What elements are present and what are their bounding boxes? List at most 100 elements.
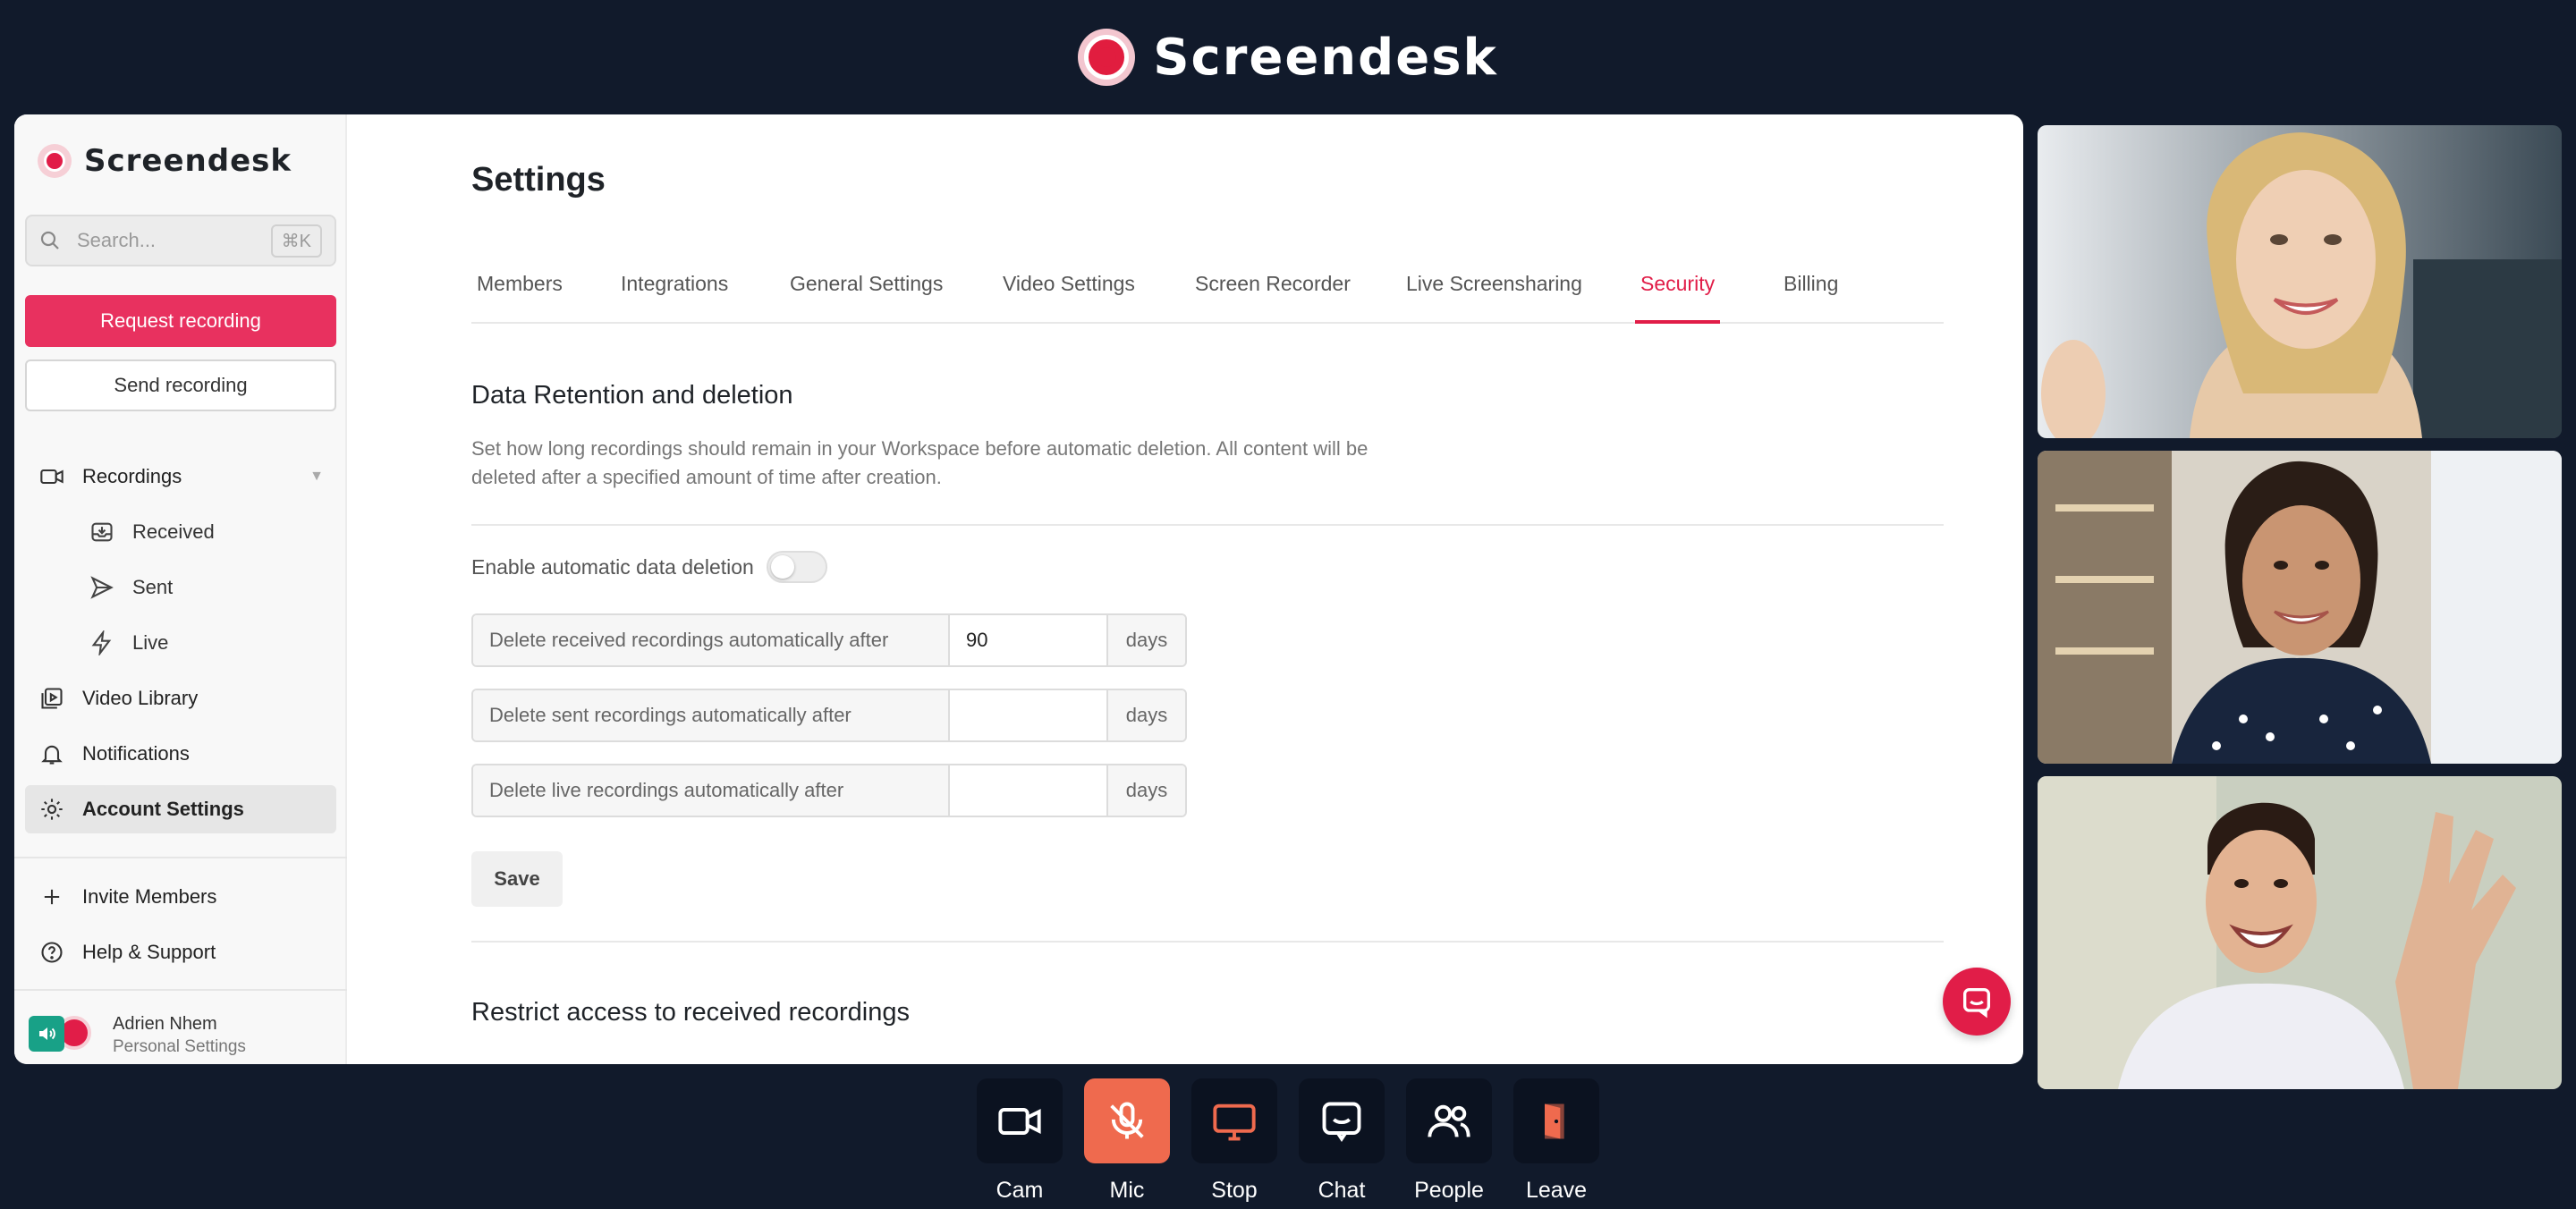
plus-icon <box>44 889 60 905</box>
request-recording-button[interactable]: Request recording <box>25 295 336 347</box>
chat-support-button[interactable] <box>1943 968 2011 1036</box>
save-button[interactable]: Save <box>471 851 563 907</box>
leave-control[interactable]: Leave <box>1513 1078 1599 1204</box>
control-label: Chat <box>1318 1178 1366 1203</box>
people-icon <box>1428 1104 1470 1137</box>
settings-tabs: Members Integrations General Settings Vi… <box>471 268 1944 324</box>
send-recording-button[interactable]: Send recording <box>25 359 336 411</box>
received-retention-field: Delete received recordings automatically… <box>471 613 1187 667</box>
field-label: Delete live recordings automatically aft… <box>473 765 950 816</box>
call-header: Screendesk <box>0 0 2576 114</box>
auto-deletion-row: Enable automatic data deletion <box>471 549 827 585</box>
search-placeholder: Search... <box>77 229 157 251</box>
field-unit: days <box>1108 690 1185 740</box>
lightning-icon <box>91 630 112 655</box>
sidebar-divider <box>14 989 347 991</box>
control-label: Cam <box>996 1178 1044 1203</box>
caret-down-icon[interactable]: ▼ <box>309 469 324 485</box>
bell-icon <box>41 745 63 765</box>
search-icon <box>40 231 59 249</box>
people-control[interactable]: People <box>1406 1078 1492 1204</box>
app-window: Screendesk Search... ⌘K Request recordin… <box>14 114 2023 1064</box>
user-settings-link[interactable]: Personal Settings <box>113 1037 246 1057</box>
sidebar-item-account-settings[interactable]: Account Settings <box>25 785 336 833</box>
gear-icon <box>41 799 63 820</box>
call-controls: Cam Mic Stop Chat People Leave <box>977 1078 1599 1204</box>
video-camera-icon <box>40 469 64 485</box>
tab-integrations[interactable]: Integrations <box>621 268 728 324</box>
sidebar-item-invite-members[interactable]: Invite Members <box>25 873 336 921</box>
search-input[interactable]: Search... ⌘K <box>25 215 336 266</box>
participant-video-1[interactable] <box>2038 125 2562 438</box>
sidebar: Screendesk Search... ⌘K Request recordin… <box>14 114 347 1064</box>
page-title: Settings <box>471 161 606 199</box>
main-content: Settings Members Integrations General Se… <box>347 114 2023 1064</box>
field-label: Delete sent recordings automatically aft… <box>473 690 950 740</box>
library-icon <box>41 688 63 709</box>
sidebar-brand[interactable]: Screendesk <box>38 143 292 179</box>
participant-video-2[interactable] <box>2038 451 2562 764</box>
auto-deletion-toggle[interactable] <box>766 551 827 583</box>
screendesk-logo-icon <box>1078 29 1136 86</box>
sidebar-item-label: Video Library <box>82 687 199 709</box>
sidebar-item-label: Live <box>132 631 169 654</box>
sidebar-item-live[interactable]: Live <box>25 619 336 667</box>
sidebar-item-label: Account Settings <box>82 798 244 820</box>
mic-button[interactable] <box>1084 1078 1170 1163</box>
mic-off-icon <box>1110 1102 1144 1138</box>
sidebar-item-label: Received <box>132 520 215 543</box>
tab-live-screensharing[interactable]: Live Screensharing <box>1406 268 1582 324</box>
stop-share-button[interactable] <box>1191 1078 1277 1163</box>
field-unit: days <box>1108 765 1185 816</box>
auto-deletion-label: Enable automatic data deletion <box>471 554 754 579</box>
sent-retention-field: Delete sent recordings automatically aft… <box>471 689 1187 742</box>
sidebar-divider <box>14 857 347 858</box>
tab-security[interactable]: Security <box>1635 268 1721 324</box>
tab-members[interactable]: Members <box>477 268 563 324</box>
received-days-input[interactable]: 90 <box>950 615 1108 665</box>
help-icon <box>41 942 63 963</box>
field-unit: days <box>1108 615 1185 665</box>
cam-control[interactable]: Cam <box>977 1078 1063 1204</box>
sidebar-item-label: Invite Members <box>82 885 217 908</box>
inbox-icon <box>91 522 113 542</box>
control-label: Mic <box>1109 1178 1145 1203</box>
people-button[interactable] <box>1406 1078 1492 1163</box>
section-divider <box>471 941 1944 943</box>
section-divider <box>471 524 1944 526</box>
tab-screen-recorder[interactable]: Screen Recorder <box>1195 268 1351 324</box>
live-days-input[interactable] <box>950 765 1108 816</box>
retention-section-title: Data Retention and deletion <box>471 381 793 410</box>
live-retention-field: Delete live recordings automatically aft… <box>471 764 1187 817</box>
restrict-section-title: Restrict access to received recordings <box>471 998 910 1027</box>
call-title: Screendesk <box>1153 28 1498 87</box>
tab-video-settings[interactable]: Video Settings <box>1003 268 1135 324</box>
field-label: Delete received recordings automatically… <box>473 615 950 665</box>
sidebar-item-sent[interactable]: Sent <box>25 563 336 612</box>
leave-button[interactable] <box>1513 1078 1599 1163</box>
search-shortcut: ⌘K <box>270 224 322 258</box>
control-label: People <box>1414 1178 1484 1203</box>
sidebar-item-label: Sent <box>132 576 174 598</box>
stop-control[interactable]: Stop <box>1191 1078 1277 1204</box>
sent-days-input[interactable] <box>950 690 1108 740</box>
sidebar-item-help-support[interactable]: Help & Support <box>25 928 336 976</box>
participant-video-3[interactable] <box>2038 776 2562 1089</box>
chat-button[interactable] <box>1299 1078 1385 1163</box>
sidebar-item-received[interactable]: Received <box>25 508 336 556</box>
sidebar-item-notifications[interactable]: Notifications <box>25 730 336 778</box>
tab-general-settings[interactable]: General Settings <box>790 268 943 324</box>
camera-button[interactable] <box>977 1078 1063 1163</box>
speaker-icon[interactable] <box>29 1016 64 1052</box>
user-profile[interactable]: Adrien Nhem Personal Settings <box>25 1005 336 1059</box>
tab-billing[interactable]: Billing <box>1784 268 1838 324</box>
sidebar-item-label: Notifications <box>82 742 190 765</box>
send-icon <box>90 576 114 599</box>
chat-control[interactable]: Chat <box>1299 1078 1385 1204</box>
sidebar-item-recordings[interactable]: Recordings ▼ <box>25 452 336 501</box>
user-name: Adrien Nhem <box>113 1014 217 1034</box>
sidebar-item-video-library[interactable]: Video Library <box>25 674 336 723</box>
mic-control[interactable]: Mic <box>1084 1078 1170 1204</box>
leave-door-icon <box>1545 1103 1564 1138</box>
sidebar-item-label: Recordings <box>82 465 182 487</box>
